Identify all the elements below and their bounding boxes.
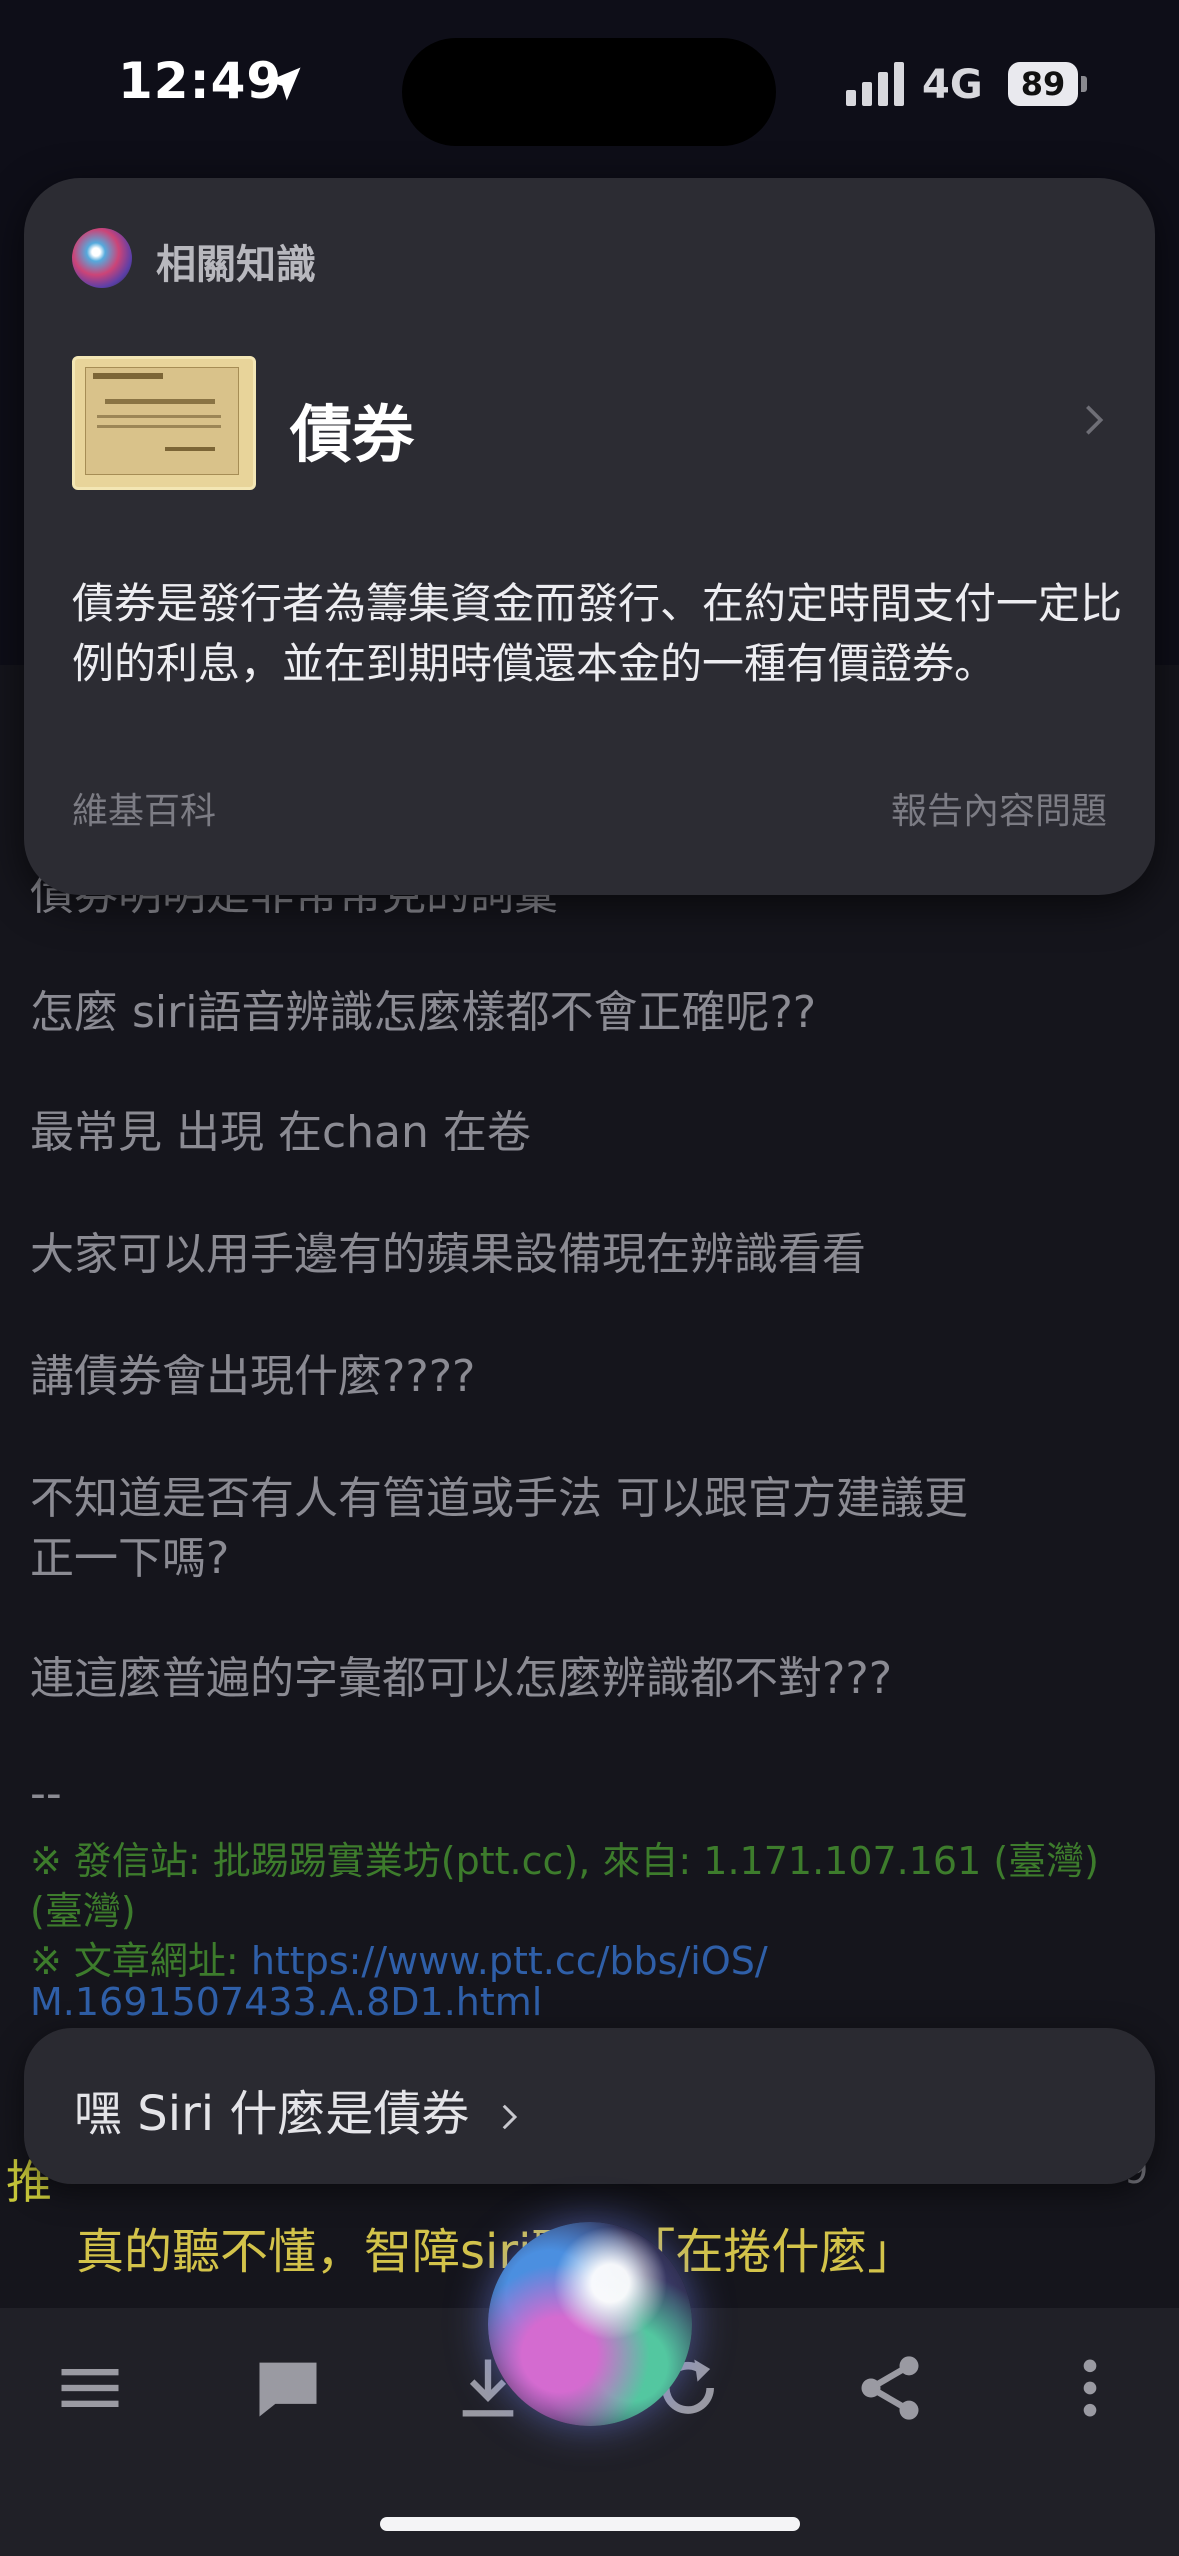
article-line: 不知道是否有人有管道或手法 可以跟官方建議更 bbox=[30, 1473, 968, 1524]
dynamic-island bbox=[402, 38, 776, 146]
article-line: 大家可以用手邊有的蘋果設備現在辨識看看 bbox=[30, 1229, 866, 1280]
article-line: 正一下嗎? bbox=[30, 1533, 230, 1584]
report-content-link[interactable]: 報告內容問題 bbox=[891, 782, 1107, 834]
more-icon[interactable] bbox=[1052, 2350, 1128, 2426]
siri-query-row: 嘿 Siri 什麼是債券 bbox=[74, 2074, 525, 2144]
signature-sender-cont: (臺灣) bbox=[30, 1889, 136, 1933]
entity-description: 債券是發行者為籌集資金而發行、在約定時間支付一定比例的利息，並在到期時償還本金的… bbox=[72, 579, 1123, 688]
menu-icon[interactable] bbox=[52, 2350, 128, 2426]
article-line: 怎麼 siri語音辨識怎麼樣都不會正確呢?? bbox=[30, 987, 817, 1038]
home-indicator[interactable] bbox=[380, 2517, 800, 2531]
signature-url-link-cont[interactable]: M.1691507433.A.8D1.html bbox=[30, 1980, 542, 2024]
signature-url-link[interactable]: https://www.ptt.cc/bbs/iOS/ bbox=[251, 1939, 768, 1983]
siri-knowledge-card: 相關知識 債券 債券是發行者為籌集資金而發行、在約定時間支付一定比例的利息，並在… bbox=[24, 178, 1155, 895]
article-line: -- bbox=[30, 1768, 62, 1819]
bond-certificate-image[interactable] bbox=[72, 356, 256, 490]
signature-url-label: ※ 文章網址: bbox=[30, 1939, 251, 1983]
siri-orb[interactable] bbox=[488, 2222, 692, 2426]
battery-nub bbox=[1081, 76, 1087, 92]
article-line: 講債券會出現什麼???? bbox=[30, 1351, 476, 1402]
battery-icon: 89 bbox=[1008, 62, 1078, 106]
card-header: 相關知識 bbox=[156, 242, 316, 288]
source-label[interactable]: 維基百科 bbox=[72, 782, 216, 834]
siri-query-text: 嘿 Siri 什麼是債券 bbox=[74, 2086, 470, 2142]
signature-url-row: ※ 文章網址: https://www.ptt.cc/bbs/iOS/ bbox=[30, 1930, 768, 1985]
entity-title[interactable]: 債券 bbox=[290, 384, 414, 474]
article-line: 最常見 出現 在chan 在卷 bbox=[30, 1107, 531, 1158]
push-text: 真的聽不懂，智障siri聽成「在捲什麼」 bbox=[76, 2224, 916, 2280]
status-time: 12:49 bbox=[118, 52, 283, 110]
signature-sender: ※ 發信站: 批踢踢實業坊(ptt.cc), 來自: 1.171.107.161… bbox=[30, 1839, 1100, 1883]
siri-icon bbox=[72, 228, 132, 288]
chevron-right-icon bbox=[502, 2104, 517, 2130]
article-line: 連這麼普遍的字彙都可以怎麼辨識都不對??? bbox=[30, 1653, 893, 1704]
share-icon[interactable] bbox=[852, 2350, 928, 2426]
siri-query-bubble[interactable]: 嘿 Siri 什麼是債券 bbox=[24, 2028, 1155, 2184]
location-arrow-icon bbox=[267, 67, 301, 101]
chevron-right-icon[interactable] bbox=[1074, 400, 1114, 440]
cellular-signal-icon bbox=[846, 62, 904, 106]
status-bar: 12:49 4G 89 bbox=[0, 0, 1179, 170]
comment-icon[interactable] bbox=[250, 2350, 326, 2426]
network-type: 4G bbox=[922, 62, 983, 108]
